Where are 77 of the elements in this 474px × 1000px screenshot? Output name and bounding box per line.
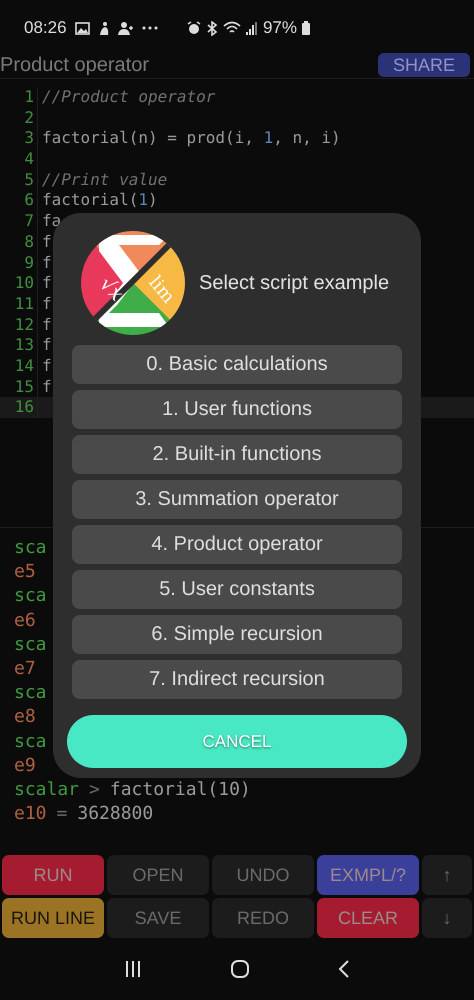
code-text: f [42, 314, 52, 334]
toolbar-button[interactable]: RUN LINE [2, 898, 104, 938]
line-number: 1 [0, 87, 38, 108]
result-name: e7 [14, 656, 36, 681]
code-text: f [42, 356, 52, 375]
code-text: factorial(n) = prod(i, [42, 128, 255, 148]
line-number: 5 [0, 170, 38, 190]
code-number: 1 [264, 128, 274, 148]
console-operator: = [56, 802, 68, 826]
console-prompt: sca [14, 584, 47, 608]
example-item[interactable]: 2. Built-in functions [72, 435, 402, 474]
line-number: 6 [0, 190, 38, 212]
console-prompt: sca [14, 681, 47, 706]
example-item[interactable]: 6. Simple recursion [72, 615, 402, 654]
example-item[interactable]: 5. User constants [72, 570, 402, 609]
clock-time: 08:26 [24, 18, 67, 38]
line-number: 4 [0, 149, 38, 170]
console-prompt: sca [14, 730, 47, 754]
line-number: 14 [0, 356, 38, 377]
code-text: f [42, 252, 52, 272]
line-number: 12 [0, 314, 38, 336]
result-name: e9 [14, 754, 36, 778]
line-number: 13 [0, 335, 38, 356]
image-icon [74, 22, 90, 34]
signal-icon [246, 21, 258, 35]
line-number: 3 [0, 128, 38, 150]
result-name: e8 [14, 705, 36, 730]
console-text: factorial(10) [110, 778, 251, 802]
example-item[interactable]: 3. Summation operator [72, 480, 402, 519]
figure-icon [98, 20, 110, 36]
code-text: factorial( [42, 190, 138, 210]
app-logo: √x lim [79, 229, 187, 337]
home-icon[interactable] [230, 959, 250, 979]
line-number: 8 [0, 232, 38, 252]
example-item[interactable]: 1. User functions [72, 390, 402, 429]
console-text: 3628800 [77, 802, 154, 826]
share-button[interactable]: SHARE [378, 53, 470, 77]
line-number: 9 [0, 252, 38, 274]
line-number: 2 [0, 108, 38, 128]
toolbar-button[interactable]: CLEAR [317, 898, 419, 938]
console-operator: > [89, 778, 100, 802]
line-number: 10 [0, 273, 38, 294]
code-text: f [42, 376, 52, 396]
result-name: e6 [14, 608, 36, 633]
code-text: ) [148, 190, 158, 210]
line-number: 7 [0, 211, 38, 232]
back-icon[interactable] [338, 960, 350, 978]
console-prompt: sca [14, 632, 47, 657]
code-comment: //Print value [42, 170, 168, 189]
code-text: f [42, 232, 52, 251]
script-title: Product operator [0, 54, 149, 76]
line-number: 11 [0, 294, 38, 315]
wifi-icon [222, 21, 241, 35]
more-dots-icon [142, 26, 158, 30]
code-text: f [42, 294, 52, 313]
result-name: e10 [14, 802, 47, 826]
battery-icon [302, 21, 310, 35]
dialog-title: Select script example [199, 272, 390, 294]
result-name: e5 [14, 560, 36, 584]
alarm-icon [186, 21, 201, 35]
battery-percent: 97% [262, 18, 297, 38]
bluetooth-icon [206, 20, 218, 36]
line-number: 16 [0, 397, 38, 418]
code-text: , n, i) [273, 128, 341, 148]
code-text: f [42, 335, 52, 354]
console-prompt: sca [14, 536, 47, 560]
console-prompt: scalar [14, 778, 80, 802]
code-number: 1 [138, 190, 148, 210]
code-text: f [42, 273, 52, 292]
toolbar-button[interactable]: RUN [2, 855, 104, 895]
person-add-icon [118, 20, 134, 36]
example-item[interactable]: 4. Product operator [72, 525, 402, 564]
recent-apps-icon[interactable] [124, 960, 142, 978]
toolbar-button[interactable]: EXMPL/? [317, 855, 419, 895]
code-comment: //Product operator [42, 87, 216, 106]
example-item[interactable]: 0. Basic calculations [72, 345, 402, 384]
example-item[interactable]: 7. Indirect recursion [72, 660, 402, 699]
